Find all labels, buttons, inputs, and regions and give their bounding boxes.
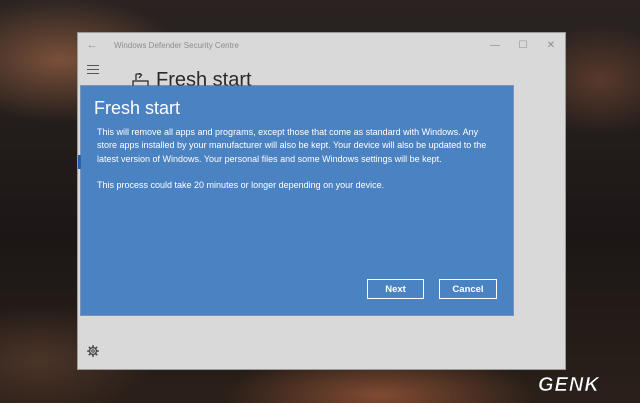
dialog-body: This will remove all apps and programs, … [97, 126, 492, 206]
fresh-start-dialog: Fresh start This will remove all apps an… [81, 86, 513, 315]
title-bar: ← Windows Defender Security Centre — ☐ ✕ [78, 33, 565, 57]
dialog-paragraph-description: This will remove all apps and programs, … [97, 127, 487, 164]
close-button[interactable]: ✕ [537, 40, 565, 51]
dialog-title: Fresh start [94, 98, 181, 118]
back-arrow-icon[interactable]: ← [78, 39, 106, 51]
genk-watermark-logo: GENK [538, 374, 600, 395]
maximize-button[interactable]: ☐ [509, 40, 537, 51]
window-title: Windows Defender Security Centre [114, 40, 239, 50]
minimize-button[interactable]: — [481, 40, 509, 51]
dialog-paragraph-duration: This process could take 20 minutes or lo… [97, 180, 385, 191]
next-button[interactable]: Next [367, 279, 424, 299]
settings-gear-icon[interactable] [87, 345, 99, 357]
hamburger-menu-icon[interactable] [87, 65, 99, 74]
watermark-text: GENK [538, 374, 600, 395]
cancel-button[interactable]: Cancel [439, 279, 497, 299]
